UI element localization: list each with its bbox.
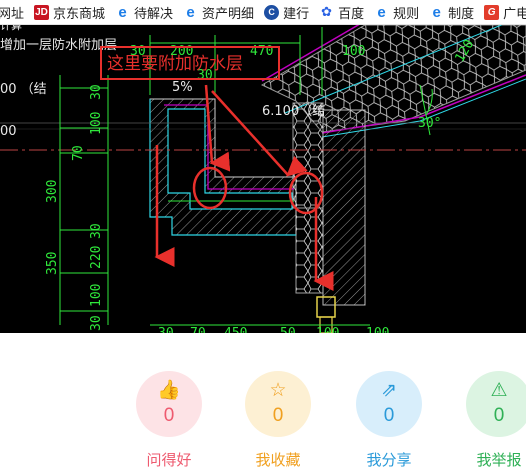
cad-drawing: 30 200 30 470 100 120 30 100 70 300 30 2… [0,25,526,333]
ie-e-icon: e [186,3,195,21]
dim-text: 30 [89,315,104,331]
share-count: 0 [383,405,395,426]
dim-text: 450 [224,326,247,333]
jd-logo-icon: JD [34,4,50,20]
dim-text: 30 [89,84,104,100]
favorite-count: 0 [272,405,284,426]
bookmark-guangdian[interactable]: G 广电 [484,3,526,22]
action-bar: 👍 0 问得好 ☆ 0 我收藏 ⇗ 0 我分享 ⚠ 0 我举报 [0,333,526,469]
bookmark-label: 京东商城 [53,5,106,21]
bookmark-wangzhi[interactable]: 网址 [0,3,24,22]
bookmark-label: 资产明细 [202,5,255,21]
like-circle[interactable]: 👍 0 [136,371,202,437]
share-circle[interactable]: ⇗ 0 [356,371,422,437]
bookmark-label: 待解决 [134,5,174,21]
favorite-circle[interactable]: ☆ 0 [245,371,311,437]
thumbs-up-icon: 👍 [157,380,181,401]
report-count: 0 [493,405,505,426]
bookmark-zhidu[interactable]: e 制度 [429,3,474,22]
share-button[interactable]: ⇗ 0 我分享 [356,371,422,471]
bookmark-jianhang[interactable]: C 建行 [264,3,309,22]
angle-text: 30° [418,116,441,131]
bookmark-daijiejue[interactable]: e 待解决 [115,3,173,22]
bookmark-label: 规则 [393,5,420,21]
ccb-logo-icon: C [264,4,280,20]
level-label: 00 （结 [0,82,47,97]
dim-text: 50 [280,326,296,333]
dim-text: 220 [89,246,104,269]
slope-label: 5% [172,80,193,95]
star-icon: ☆ [269,380,287,401]
warning-icon: ⚠ [490,380,508,401]
like-label: 问得好 [146,452,192,469]
bookmark-jd[interactable]: JD 京东商城 [34,3,105,22]
like-button[interactable]: 👍 0 问得好 [136,371,202,471]
bookmark-baidu[interactable]: ✿ 百度 [319,3,364,22]
favorite-button[interactable]: ☆ 0 我收藏 [245,371,311,471]
baidu-paw-icon: ✿ [321,4,333,19]
share-label: 我分享 [366,452,412,469]
bookmark-guize[interactable]: e 规则 [374,3,419,22]
level-label: 6.100（结 [262,104,325,119]
bookmark-label: 百度 [338,5,365,21]
bookmark-label: 建行 [283,5,310,21]
dim-text: 300 [45,180,60,203]
bookmark-label: 制度 [448,5,475,21]
dim-text: 100 [89,284,104,307]
dim-text: 100 [342,44,365,59]
bookmark-label: 广电 [503,5,526,21]
concrete-wall [322,109,366,306]
cad-drawing-svg: 30 200 30 470 100 120 30 100 70 300 30 2… [0,25,526,333]
note-text: 计算 [0,25,22,32]
bookmark-zichan[interactable]: e 资产明细 [183,3,254,22]
report-label: 我举报 [476,452,522,469]
dim-text: 100 [316,326,339,333]
note-text: 增加一层防水附加层 [0,37,117,53]
report-circle[interactable]: ⚠ 0 [466,371,526,437]
dim-text: 100 [89,112,104,135]
g-logo-icon: G [484,4,500,20]
dim-text: 30 [158,326,174,333]
ie-e-icon: e [118,3,127,21]
ie-e-icon: e [377,3,386,21]
bookmark-label: 网址 [0,5,25,21]
favorite-label: 我收藏 [255,452,301,469]
callout-text: 这里要附加防水层 [107,54,243,74]
dim-text: 30 [89,223,104,239]
dim-text: 70 [71,145,86,161]
dim-text: 100 [366,326,389,333]
share-icon: ⇗ [381,380,397,401]
ie-e-icon: e [432,3,441,21]
report-button[interactable]: ⚠ 0 我举报 [466,371,526,471]
dim-text: 70 [190,326,206,333]
dim-text: 350 [45,252,60,275]
level-label: 00 [0,124,17,139]
like-count: 0 [163,405,175,426]
bookmarks-bar: 网址 JD 京东商城 e 待解决 e 资产明细 C 建行 ✿ 百度 e 规则 e… [0,0,526,25]
